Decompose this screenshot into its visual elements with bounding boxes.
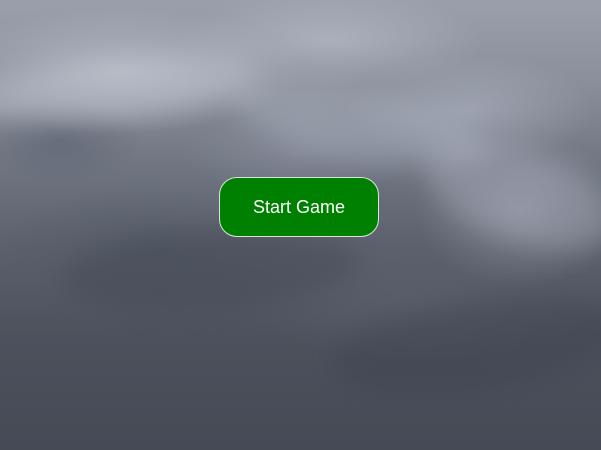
cloud-streak bbox=[410, 118, 601, 272]
cloud-streak bbox=[325, 279, 601, 411]
game-background: Start Game bbox=[0, 0, 601, 450]
start-game-button[interactable]: Start Game bbox=[219, 177, 379, 237]
cloud-streak bbox=[0, 44, 263, 136]
cloud-streak bbox=[225, 63, 495, 187]
